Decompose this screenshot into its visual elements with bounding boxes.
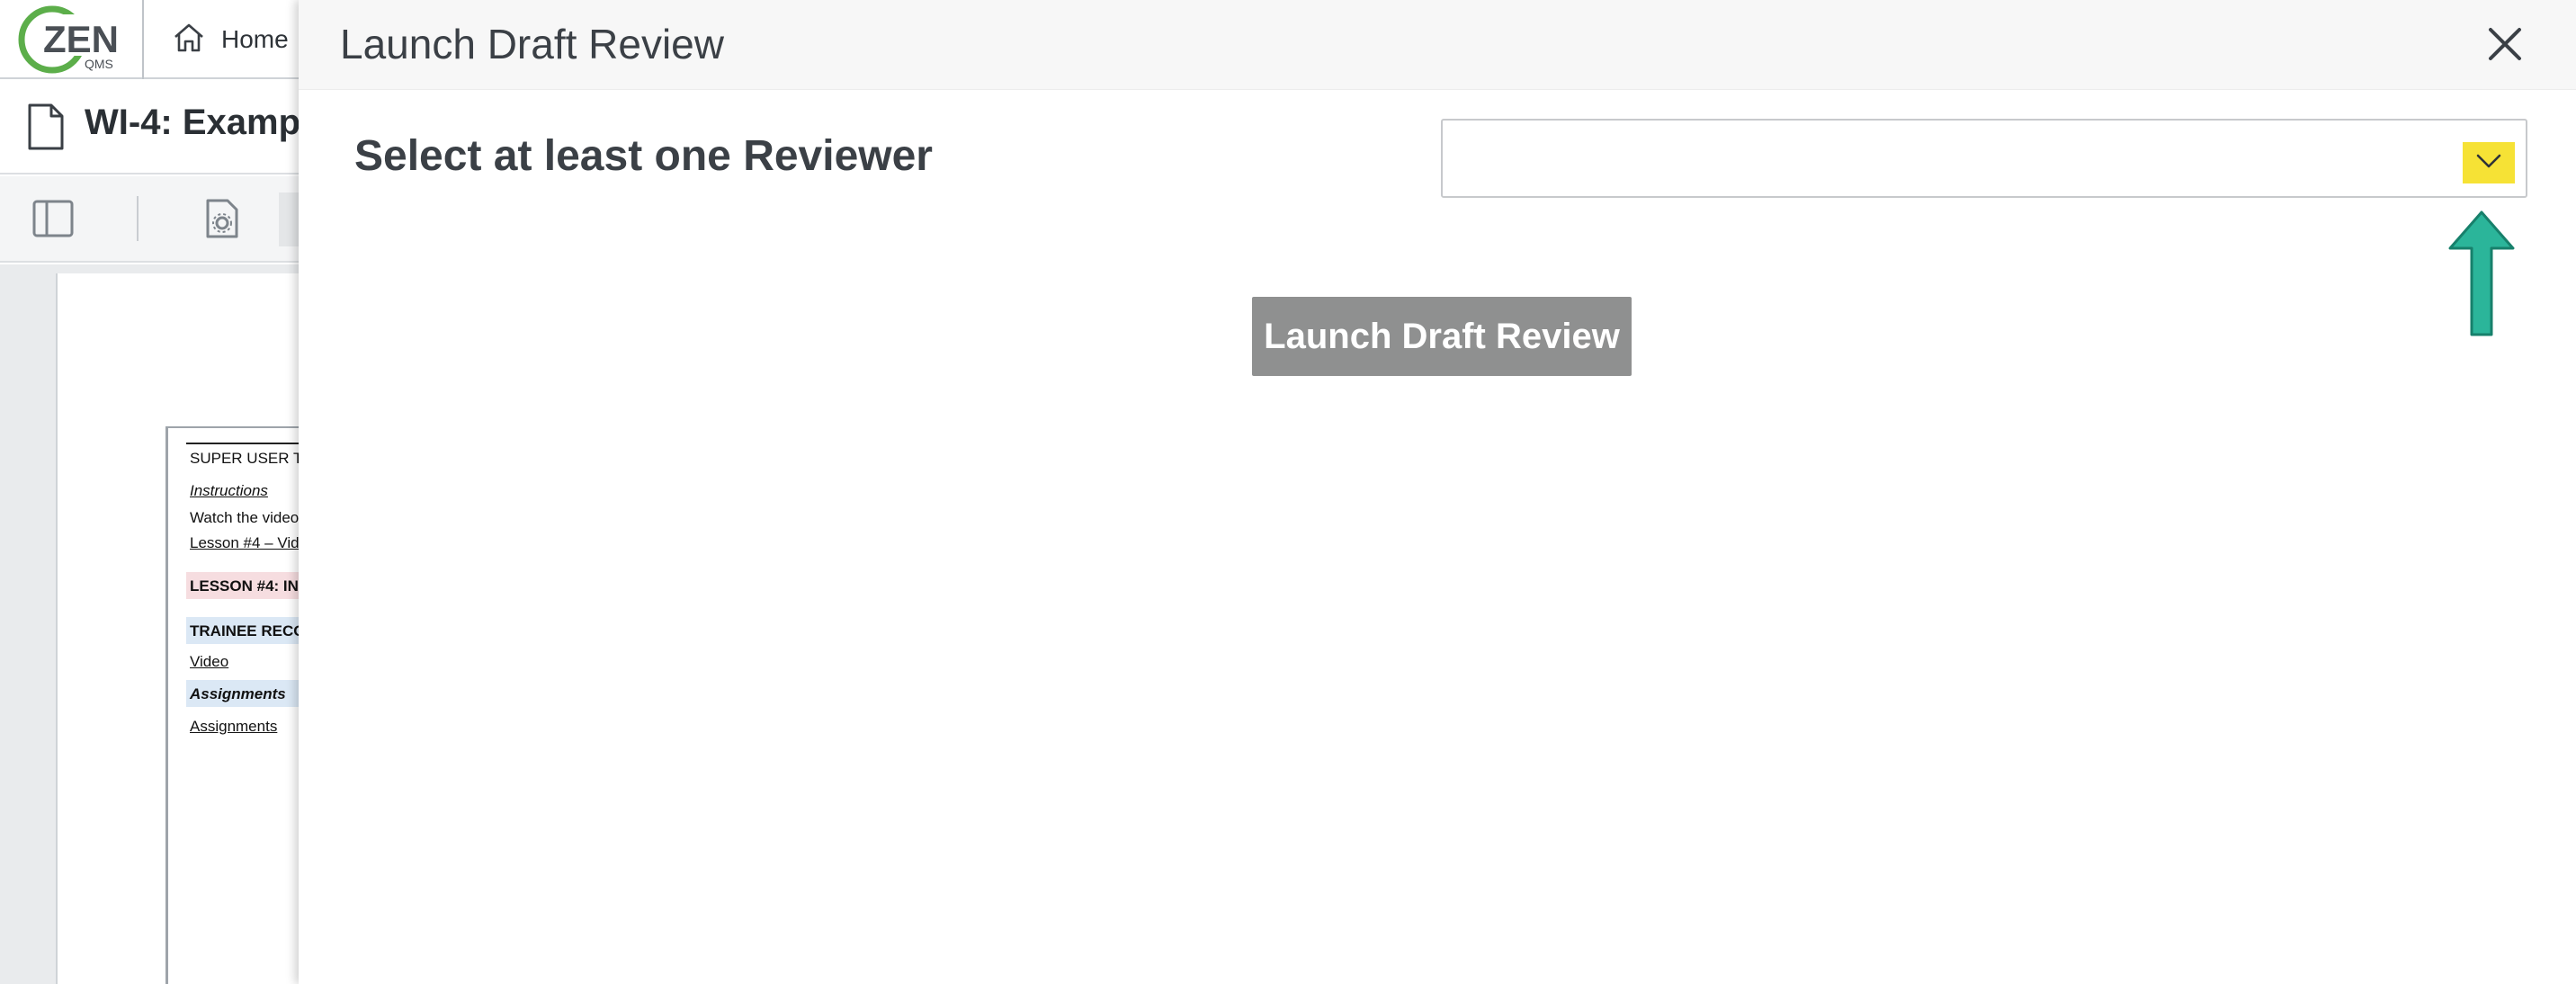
logo-text: ZEN	[43, 18, 119, 60]
document-settings-icon[interactable]	[205, 198, 239, 244]
reviewer-dropdown-toggle[interactable]	[2463, 142, 2515, 183]
document-title: WI-4: Exampl	[85, 103, 311, 142]
sidebar-toggle-icon[interactable]	[32, 200, 74, 242]
logo-subtext: QMS	[85, 57, 113, 71]
home-icon	[171, 20, 207, 60]
doc-line-instructions: Instructions	[190, 482, 268, 499]
home-tab-label: Home	[221, 25, 289, 53]
panel-header: Launch Draft Review	[299, 0, 2576, 90]
toolbar-divider	[137, 196, 139, 241]
doc-link-lesson[interactable]: Lesson #4 – Vide	[190, 534, 308, 552]
launch-draft-review-panel: Launch Draft Review Select at least one …	[299, 0, 2576, 984]
up-arrow-annotation	[2448, 210, 2515, 336]
doc-link-video[interactable]: Video	[190, 653, 228, 671]
reviewer-field-label: Select at least one Reviewer	[354, 132, 933, 180]
close-icon	[2487, 26, 2523, 67]
document-icon	[27, 103, 65, 156]
zenqms-logo[interactable]: ZEN QMS	[13, 2, 121, 77]
doc-line-watch: Watch the video	[190, 509, 300, 526]
reviewer-select[interactable]	[1441, 119, 2527, 198]
close-button[interactable]	[2481, 22, 2529, 70]
launch-draft-review-button[interactable]: Launch Draft Review	[1252, 297, 1632, 376]
chevron-down-icon	[2475, 153, 2502, 174]
panel-title: Launch Draft Review	[340, 21, 724, 67]
doc-link-assignments[interactable]: Assignments	[190, 718, 277, 736]
